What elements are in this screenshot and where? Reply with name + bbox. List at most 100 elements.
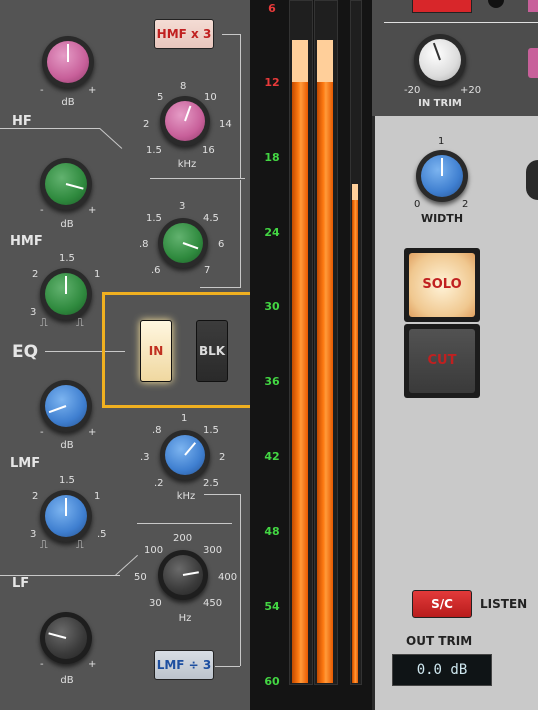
hf-freq-tick-14: 14 [219, 119, 232, 130]
hf-freq-tick-10: 10 [204, 92, 217, 103]
lmf-gain-plus: + [88, 427, 97, 438]
meter-tick-24: 24 [264, 226, 280, 239]
width-knob[interactable] [416, 150, 468, 202]
lf-freq-knob[interactable] [158, 550, 208, 600]
hf-freq-knob[interactable] [160, 96, 210, 146]
meter-tick-18: 18 [264, 151, 280, 164]
meter-tick-30: 30 [264, 300, 280, 313]
hf-freq-tick-8: 8 [180, 81, 187, 92]
width-tick-min: 0 [414, 199, 421, 210]
right-edge-pink-button[interactable] [528, 48, 538, 78]
hmf-q-knob[interactable] [40, 268, 92, 320]
meter-tick-54: 54 [264, 600, 280, 613]
hf-freq-tick-5: 5 [157, 92, 164, 103]
meter-peak-gr [352, 184, 358, 200]
lmf-freq-knob[interactable] [160, 430, 210, 480]
lmf-freq-tick-2: 2 [219, 452, 226, 463]
hf-gain-minus: - [40, 85, 44, 96]
lmf-gain-knob[interactable] [40, 380, 92, 432]
in-trim-max: +20 [460, 85, 482, 96]
out-trim-display[interactable]: 0.0 dB [392, 654, 492, 686]
hmf-gain-plus: + [88, 205, 97, 216]
lmf-freq-unit: kHz [176, 491, 196, 502]
hmf-freq-tick-.6: .6 [151, 265, 161, 276]
lmf-q-tick-2: 2 [32, 491, 39, 502]
width-label: WIDTH [420, 212, 464, 225]
eq-section-label: EQ [12, 342, 39, 362]
lf-gain-plus: + [88, 659, 97, 670]
in-trim-knob[interactable] [414, 34, 466, 86]
lmf-q-narrow-icon: ⎍ [40, 538, 48, 551]
out-trim-label: OUT TRIM [406, 634, 473, 648]
lf-divider-right [137, 523, 232, 524]
in-trim-min: -20 [404, 85, 421, 96]
right-top-divider [384, 22, 538, 23]
lmf-gain-minus: - [40, 427, 44, 438]
hmf-q-tick-3: 3 [30, 307, 37, 318]
hmf-q-tick-2: 2 [32, 269, 39, 280]
hmf-label: HMF [10, 234, 43, 249]
hmf-freq-tick-.8: .8 [139, 239, 149, 250]
right-main-panel [375, 116, 538, 710]
hmf-gain-knob[interactable] [40, 158, 92, 210]
meter-tick-36: 36 [264, 375, 280, 388]
hf-freq-tick-1.5: 1.5 [146, 145, 162, 156]
width-tick-mid: 1 [438, 136, 445, 147]
hmf-freq-tick-4.5: 4.5 [203, 213, 219, 224]
hmf-q-tick-1: 1 [94, 269, 101, 280]
lmf-label: LMF [10, 456, 41, 471]
hmf-freq-knob[interactable] [158, 218, 208, 268]
lmf-freq-tick-.3: .3 [140, 452, 150, 463]
meter-tick-60: 60 [264, 675, 280, 688]
hmf-q-wide-icon: ⎍ [76, 316, 84, 329]
hmf-freq-tick-1.5: 1.5 [146, 213, 162, 224]
in-trim-label: IN TRIM [418, 98, 462, 109]
lmf-q-wide-icon: ⎍ [76, 538, 84, 551]
lmf-freq-tick-1: 1 [181, 413, 188, 424]
lf-freq-tick-100: 100 [144, 545, 164, 556]
lmf-div3-button[interactable]: LMF ÷ 3 [154, 650, 214, 680]
hmf-q-tick-1.5: 1.5 [59, 253, 75, 264]
meter-bar-gr [352, 184, 358, 683]
hmf-freq-tick-3: 3 [179, 201, 186, 212]
hf-label: HF [12, 114, 32, 129]
listen-label: LISTEN [480, 597, 528, 611]
solo-button[interactable]: SOLO [409, 253, 475, 317]
meter-bar-left [292, 40, 308, 683]
sc-listen-button[interactable]: S/C [412, 590, 472, 618]
hmf-freq-tick-7: 7 [204, 265, 211, 276]
cut-button[interactable]: CUT [409, 329, 475, 393]
lmf-q-tick-.5: .5 [97, 529, 107, 540]
hmf-freq-tick-6: 6 [218, 239, 225, 250]
lmf-freq-tick-1.5: 1.5 [203, 425, 219, 436]
hmf-bracket-bottom [200, 287, 240, 288]
meter-tick-48: 48 [264, 525, 280, 538]
lf-freq-tick-400: 400 [218, 572, 238, 583]
hf-gain-plus: + [88, 85, 97, 96]
lf-freq-unit: Hz [178, 613, 192, 624]
meter-tick-42: 42 [264, 450, 280, 463]
meter-bar-right [317, 40, 333, 683]
eq-blk-button[interactable]: BLK [196, 320, 228, 382]
partial-knob-edge[interactable] [526, 160, 538, 200]
meter-peak-left [292, 40, 308, 82]
lmf-bracket-vert [240, 494, 241, 666]
meter-tick-12: 12 [264, 76, 280, 89]
lmf-q-knob[interactable] [40, 490, 92, 542]
top-edge-pink-button[interactable] [528, 0, 538, 12]
lmf-q-tick-3: 3 [30, 529, 37, 540]
hf-freq-tick-2: 2 [143, 119, 150, 130]
lmf-gain-unit: dB [60, 440, 74, 451]
lmf-freq-tick-2.5: 2.5 [203, 478, 219, 489]
top-red-button[interactable] [412, 0, 472, 13]
lf-freq-tick-50: 50 [134, 572, 147, 583]
hf-gain-knob[interactable] [42, 36, 94, 88]
lf-gain-knob[interactable] [40, 612, 92, 664]
lmf-q-tick-1.5: 1.5 [59, 475, 75, 486]
lmf-bracket-top [204, 494, 240, 495]
lf-label: LF [12, 576, 30, 591]
hmf-gain-minus: - [40, 205, 44, 216]
hmf-x3-button[interactable]: HMF x 3 [154, 19, 214, 49]
lmf-freq-tick-.8: .8 [152, 425, 162, 436]
eq-in-button[interactable]: IN [140, 320, 172, 382]
